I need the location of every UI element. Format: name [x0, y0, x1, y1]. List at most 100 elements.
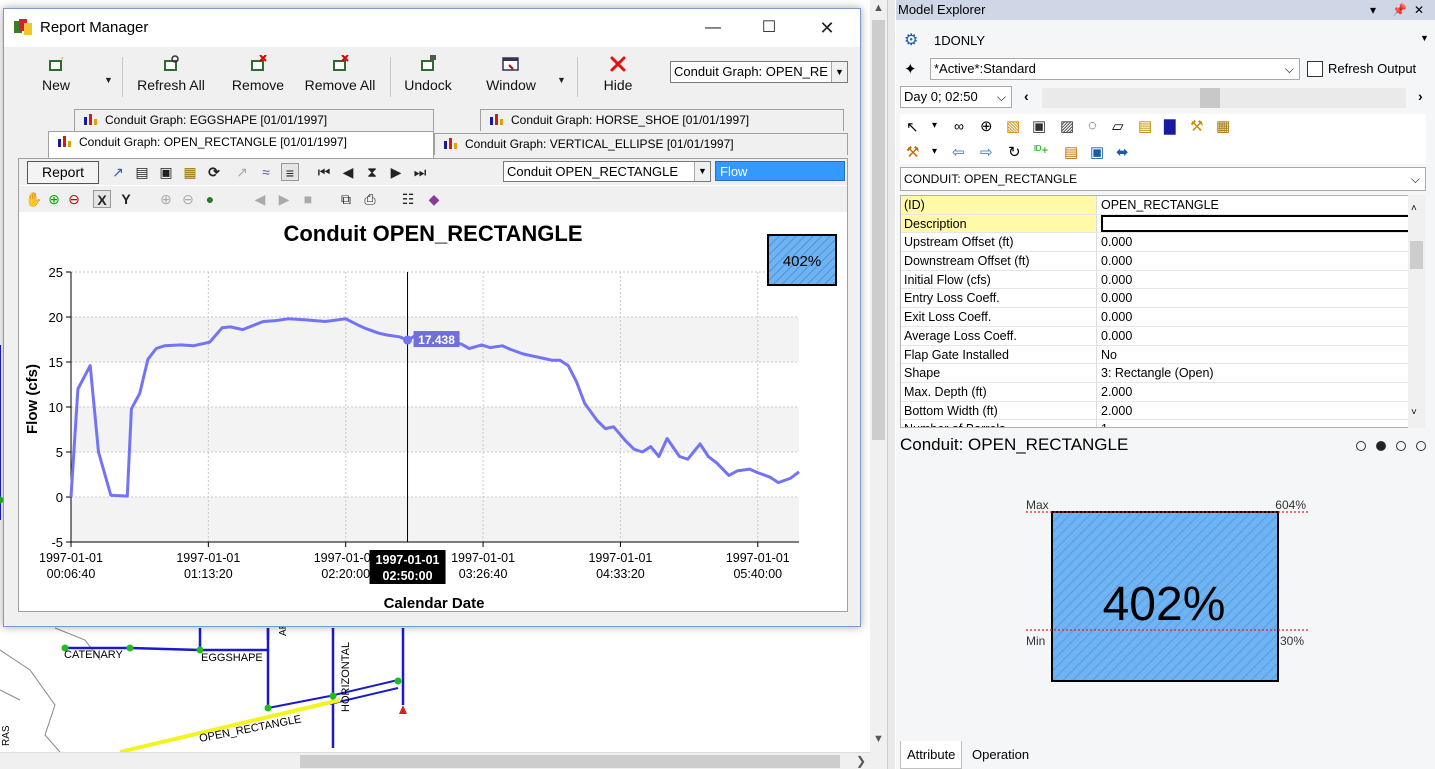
hide-button[interactable]: Hide: [598, 55, 638, 103]
scenario-select[interactable]: *Active*:Standard ⌵: [930, 58, 1300, 80]
network-icon[interactable]: ▣: [1090, 143, 1104, 161]
properties-icon[interactable]: ☷: [399, 190, 417, 208]
scrollbar-thumb[interactable]: [1410, 241, 1423, 269]
x-axis-zoom-icon[interactable]: X: [93, 190, 111, 208]
property-value[interactable]: 0.000: [1101, 327, 1411, 345]
object-select[interactable]: Conduit OPEN_RECTANGLE ▼: [503, 161, 711, 182]
property-row[interactable]: Bottom Width (ft) 2.000: [901, 401, 1411, 421]
element-select[interactable]: CONDUIT: OPEN_RECTANGLE ⌵: [900, 167, 1426, 191]
remove-button[interactable]: Remove: [227, 55, 289, 103]
zoom-next-icon[interactable]: ⊖: [179, 190, 197, 208]
copy-icon[interactable]: ⧉: [337, 190, 355, 208]
scroll-down-icon[interactable]: ˅: [1411, 407, 1417, 418]
property-row[interactable]: Max. Depth (ft) 2.000: [901, 382, 1411, 402]
report-button[interactable]: Report: [27, 161, 99, 184]
chevron-down-icon[interactable]: ⌵: [997, 87, 1006, 107]
new-button[interactable]: New: [36, 55, 76, 103]
map-link-eggshape[interactable]: [198, 628, 270, 652]
window-dropdown-icon[interactable]: ▼: [557, 75, 566, 85]
open-folder-icon[interactable]: ▧: [1006, 117, 1020, 135]
step-back-icon[interactable]: ◀: [251, 190, 269, 208]
refresh-output-checkbox[interactable]: [1307, 61, 1323, 77]
map-node[interactable]: [126, 644, 134, 652]
close-icon[interactable]: ✕: [804, 15, 850, 41]
chevron-down-icon[interactable]: ▼: [694, 162, 710, 181]
property-row[interactable]: Entry Loss Coeff. 0.000: [901, 289, 1411, 309]
property-row[interactable]: Shape 3: Rectangle (Open): [901, 364, 1411, 383]
eraser-icon[interactable]: ▱: [1112, 117, 1124, 135]
time-slider[interactable]: [1042, 88, 1406, 108]
property-value[interactable]: [1101, 214, 1411, 233]
scroll-right-icon[interactable]: ❯: [856, 754, 866, 768]
flow-chart[interactable]: Conduit OPEN_RECTANGLE -5 0 5 10 15 20 25 1997-…: [19, 215, 847, 615]
property-value[interactable]: OPEN_RECTANGLE: [1101, 196, 1411, 214]
zoom-previous-icon[interactable]: ⊕: [157, 190, 175, 208]
print-icon[interactable]: ⎙: [361, 190, 379, 208]
lasso-icon[interactable]: ◌: [1088, 117, 1097, 134]
time-select[interactable]: Day 0; 02:50 ⌵: [900, 86, 1012, 108]
map-horizontal-scrollbar[interactable]: ❯: [0, 752, 870, 769]
report-icon[interactable]: ▤: [1138, 117, 1152, 135]
property-row[interactable]: Exit Loss Coeff. 0.000: [901, 308, 1411, 327]
new-dropdown-icon[interactable]: ▼: [104, 75, 113, 85]
layers-icon[interactable]: ▦: [1216, 117, 1230, 135]
statistics-icon[interactable]: ≈: [257, 163, 275, 181]
close-panel-icon[interactable]: ✕: [1414, 0, 1424, 20]
pager-dot[interactable]: [1396, 441, 1406, 451]
time-next-icon[interactable]: ›: [1418, 88, 1423, 104]
refresh-icon[interactable]: ⟳: [205, 163, 223, 181]
pin-icon[interactable]: 📌: [1392, 0, 1407, 20]
add-id-icon[interactable]: ᴵᴰ+: [1034, 143, 1048, 157]
tool-icon[interactable]: ⚒: [1190, 117, 1203, 135]
property-value[interactable]: 0.000: [1101, 252, 1411, 270]
graph-select[interactable]: Conduit Graph: OPEN_RE ▼: [670, 61, 848, 83]
hammer-dropdown-icon[interactable]: ▾: [932, 146, 937, 157]
property-row[interactable]: Flap Gate Installed No: [901, 345, 1411, 365]
next-step-icon[interactable]: ▶: [387, 163, 405, 181]
map-vertical-scrollbar[interactable]: ▲ ▼: [870, 0, 887, 769]
refresh-all-button[interactable]: Refresh All: [132, 55, 210, 103]
minimize-icon[interactable]: —: [690, 15, 736, 41]
back-arrow-icon[interactable]: ⇦: [952, 143, 965, 161]
maximize-icon[interactable]: ☐: [746, 15, 792, 41]
hammer-icon[interactable]: ⚒: [906, 143, 919, 161]
pan-icon[interactable]: ✋: [25, 190, 43, 208]
copy-chart-icon[interactable]: ▤: [133, 163, 151, 181]
tab-horse-shoe[interactable]: Conduit Graph: HORSE_SHOE [01/01/1997]: [480, 109, 844, 131]
time-slider-thumb[interactable]: [1200, 88, 1220, 108]
property-value[interactable]: No: [1101, 346, 1411, 364]
property-row[interactable]: Average Loss Coeff. 0.000: [901, 326, 1411, 346]
legend-icon[interactable]: ◆: [425, 190, 443, 208]
property-value[interactable]: 2.000: [1101, 402, 1411, 420]
property-value[interactable]: 0.000: [1101, 233, 1411, 251]
table-icon[interactable]: ▤: [1064, 143, 1078, 161]
stop-icon[interactable]: ■: [299, 190, 317, 208]
property-row[interactable]: (ID) OPEN_RECTANGLE: [901, 196, 1411, 215]
model-select[interactable]: ⚙ 1DONLY ▼: [896, 28, 1435, 54]
property-row[interactable]: Downstream Offset (ft) 0.000: [901, 252, 1411, 271]
pager-dot[interactable]: [1416, 441, 1426, 451]
zoom-out-icon[interactable]: ⊖: [65, 190, 83, 208]
connect-icon[interactable]: ⬌: [1116, 143, 1129, 161]
first-step-icon[interactable]: ⏮: [315, 163, 333, 181]
chart-settings-icon[interactable]: ≡: [281, 163, 299, 181]
previous-step-icon[interactable]: ◀: [339, 163, 357, 181]
save-file-icon[interactable]: ▨: [1060, 117, 1074, 135]
find-icon[interactable]: ⊕: [980, 117, 993, 135]
save-icon[interactable]: ▣: [157, 163, 175, 181]
property-grid[interactable]: (ID) OPEN_RECTANGLE Description Upstream Of…: [900, 195, 1412, 428]
tab-vertical-ellipse[interactable]: Conduit Graph: VERTICAL_ELLIPSE [01/01/1…: [434, 133, 848, 155]
tab-open-rectangle[interactable]: Conduit Graph: OPEN_RECTANGLE [01/01/199…: [48, 131, 434, 158]
history-icon[interactable]: ↻: [1008, 143, 1021, 161]
undock-button[interactable]: Undock: [400, 55, 456, 103]
y-axis-zoom-icon[interactable]: Y: [117, 190, 135, 208]
scrollbar-thumb[interactable]: [872, 20, 885, 440]
scroll-down-icon[interactable]: ▼: [873, 733, 884, 745]
property-value[interactable]: 2.000: [1101, 383, 1411, 401]
export-icon[interactable]: ▦: [181, 163, 199, 181]
play-icon[interactable]: ▶: [275, 190, 293, 208]
new-file-icon[interactable]: ▣: [1032, 117, 1046, 135]
bar-graph-icon[interactable]: ▇: [1164, 117, 1176, 135]
map-node[interactable]: [329, 692, 337, 700]
scrollbar-thumb[interactable]: [300, 755, 840, 768]
